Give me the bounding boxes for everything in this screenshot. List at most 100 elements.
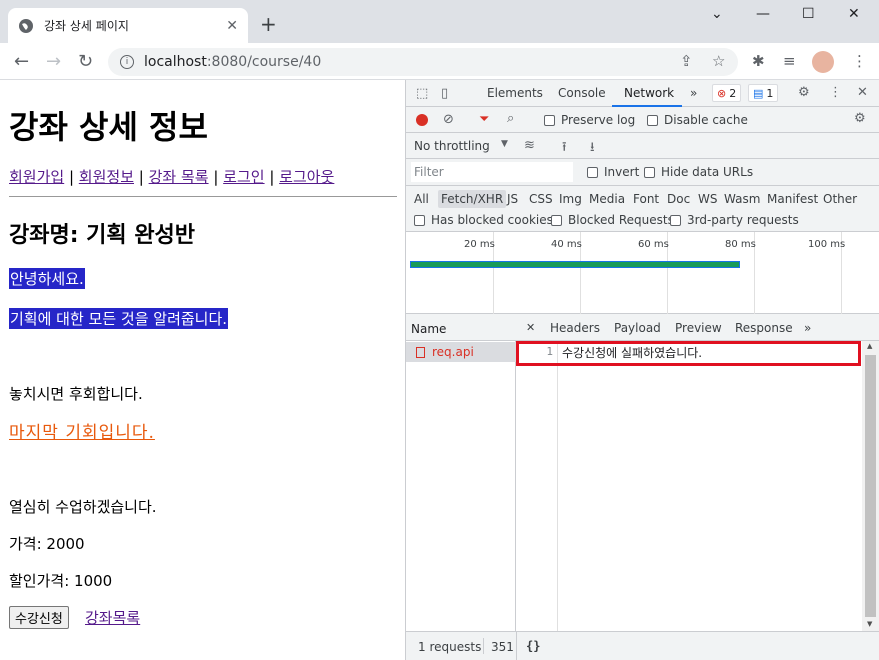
filter-input[interactable]: Filter (411, 162, 573, 182)
message-count: 1 (766, 86, 774, 100)
tab-search-icon[interactable]: ⌄ (711, 6, 723, 22)
type-img[interactable]: Img (556, 190, 585, 208)
inspect-element-icon[interactable]: ⬚ (416, 86, 428, 101)
has-blocked-cookies-checkbox[interactable]: Has blocked cookies (414, 213, 553, 227)
network-settings-icon[interactable]: ⚙ (854, 111, 866, 126)
throttling-select[interactable]: No throttling (414, 139, 490, 153)
hide-data-urls-checkbox[interactable]: Hide data URLs (644, 165, 753, 179)
nav-course-list-link[interactable]: 강좌 목록 (149, 168, 209, 186)
page-content: 강좌 상세 정보 회원가입 | 회원정보 | 강좌 목록 | 로그인 | 로그아… (0, 80, 405, 660)
nav-signup-link[interactable]: 회원가입 (9, 168, 64, 186)
tab-console[interactable]: Console (558, 86, 606, 100)
scroll-thumb[interactable] (865, 355, 876, 617)
error-badge[interactable]: ⊗ 2 (712, 84, 742, 102)
menu-icon[interactable]: ⋮ (852, 52, 867, 70)
profile-avatar[interactable] (812, 51, 834, 73)
share-icon[interactable]: ⇪ (680, 52, 693, 70)
tab-close-icon[interactable]: ✕ (226, 18, 238, 34)
tab-payload[interactable]: Payload (614, 321, 661, 335)
scroll-down-icon[interactable]: ▼ (867, 620, 872, 628)
type-fetch-xhr[interactable]: Fetch/XHR (438, 190, 507, 208)
type-js[interactable]: JS (504, 190, 521, 208)
search-icon[interactable]: ⌕ (507, 111, 514, 126)
type-media[interactable]: Media (586, 190, 628, 208)
minimize-button[interactable]: — (756, 6, 770, 22)
type-wasm[interactable]: Wasm (721, 190, 763, 208)
nav-logout-link[interactable]: 로그아웃 (279, 168, 334, 186)
more-detail-tabs-icon[interactable]: » (804, 321, 811, 335)
timeline-tick-label: 80 ms (725, 239, 756, 250)
preserve-log-checkbox[interactable]: Preserve log (544, 113, 635, 127)
blocked-requests-checkbox[interactable]: Blocked Requests (551, 213, 674, 227)
media-control-icon[interactable]: ≡ (783, 52, 796, 70)
reload-icon[interactable]: ↻ (78, 51, 93, 72)
regret-text: 놓치시면 후회합니다. (9, 385, 143, 403)
vertical-scrollbar[interactable]: ▲ ▼ (862, 341, 879, 631)
name-column-header[interactable]: Name (406, 314, 516, 341)
response-body[interactable]: 1 수강신청에 실패하였습니다. (516, 341, 862, 631)
failed-request-icon (416, 346, 425, 358)
nav-member-info-link[interactable]: 회원정보 (79, 168, 134, 186)
tab-headers[interactable]: Headers (550, 321, 600, 335)
devtools-menu-icon[interactable]: ⋮ (829, 85, 842, 100)
address-bar[interactable]: i localhost:8080/course/40 (108, 48, 738, 76)
pane-divider (516, 632, 517, 660)
window-close-button[interactable]: ✕ (848, 6, 860, 22)
type-css[interactable]: CSS (526, 190, 556, 208)
browser-tab[interactable]: 강좌 상세 페이지 ✕ (8, 8, 248, 43)
message-icon: ▤ (753, 86, 764, 100)
status-bar: 1 requests 351 {} (406, 631, 879, 660)
disable-cache-checkbox[interactable]: Disable cache (647, 113, 748, 127)
highlight-box (516, 341, 861, 366)
type-doc[interactable]: Doc (664, 190, 693, 208)
message-badge[interactable]: ▤ 1 (748, 84, 779, 102)
type-all[interactable]: All (411, 190, 432, 208)
pretty-print-button[interactable]: {} (526, 639, 540, 653)
type-other[interactable]: Other (820, 190, 860, 208)
import-har-icon[interactable]: ⭱ (562, 138, 567, 160)
course-list-link[interactable]: 강좌목록 (85, 607, 140, 628)
tab-elements[interactable]: Elements (487, 86, 543, 100)
request-row[interactable]: req.api (406, 342, 516, 362)
course-name-heading: 강좌명: 기획 완성반 (9, 223, 196, 248)
forward-icon[interactable]: → (46, 51, 61, 72)
export-har-icon[interactable]: ⭳ (590, 138, 595, 160)
third-party-checkbox[interactable]: 3rd-party requests (670, 213, 799, 227)
extensions-icon[interactable]: ✱ (752, 52, 765, 70)
new-tab-button[interactable]: + (260, 12, 277, 36)
tab-network[interactable]: Network (624, 86, 674, 100)
detail-close-icon[interactable]: ✕ (526, 321, 535, 334)
throttling-dropdown-icon[interactable]: ▼ (501, 139, 508, 149)
blocked-filter-row: Has blocked cookies Blocked Requests 3rd… (406, 209, 879, 232)
nav-separator: | (264, 168, 280, 186)
tab-preview[interactable]: Preview (675, 321, 722, 335)
devtools-tabbar: ⬚ ▯ Elements Console Network » ⊗ 2 ▤ 1 ⚙ ⋮… (406, 80, 879, 107)
maximize-button[interactable]: ☐ (802, 6, 815, 22)
bookmark-star-icon[interactable]: ☆ (712, 52, 725, 70)
type-filter-row: All Fetch/XHR JS CSS Img Media Font Doc … (406, 186, 879, 209)
nav-separator: | (208, 168, 224, 186)
network-conditions-icon[interactable]: ≋ (524, 138, 535, 153)
type-manifest[interactable]: Manifest (764, 190, 821, 208)
settings-gear-icon[interactable]: ⚙ (798, 85, 810, 100)
filter-icon[interactable]: ⏷ (479, 112, 489, 127)
request-detail: ✕ Headers Payload Preview Response » 1 수… (516, 314, 879, 660)
record-icon[interactable] (416, 114, 428, 126)
tab-response[interactable]: Response (735, 321, 793, 335)
clear-icon[interactable]: ⊘ (443, 112, 454, 127)
site-info-icon[interactable]: i (120, 55, 134, 69)
detail-tabbar: ✕ Headers Payload Preview Response » (516, 314, 879, 341)
type-ws[interactable]: WS (695, 190, 720, 208)
request-pane: Name req.api ✕ Headers Payload Preview R… (406, 314, 879, 660)
request-timing-bar (410, 261, 740, 268)
network-timeline[interactable]: 20 ms 40 ms 60 ms 80 ms 100 ms (406, 232, 879, 314)
devtools-close-icon[interactable]: ✕ (857, 85, 868, 100)
enroll-button[interactable]: 수강신청 (9, 606, 69, 629)
type-font[interactable]: Font (630, 190, 662, 208)
scroll-up-icon[interactable]: ▲ (867, 342, 872, 350)
device-toolbar-icon[interactable]: ▯ (441, 86, 448, 101)
back-icon[interactable]: ← (14, 51, 29, 72)
nav-login-link[interactable]: 로그인 (223, 168, 264, 186)
more-tabs-icon[interactable]: » (690, 86, 697, 100)
invert-checkbox[interactable]: Invert (587, 165, 639, 179)
